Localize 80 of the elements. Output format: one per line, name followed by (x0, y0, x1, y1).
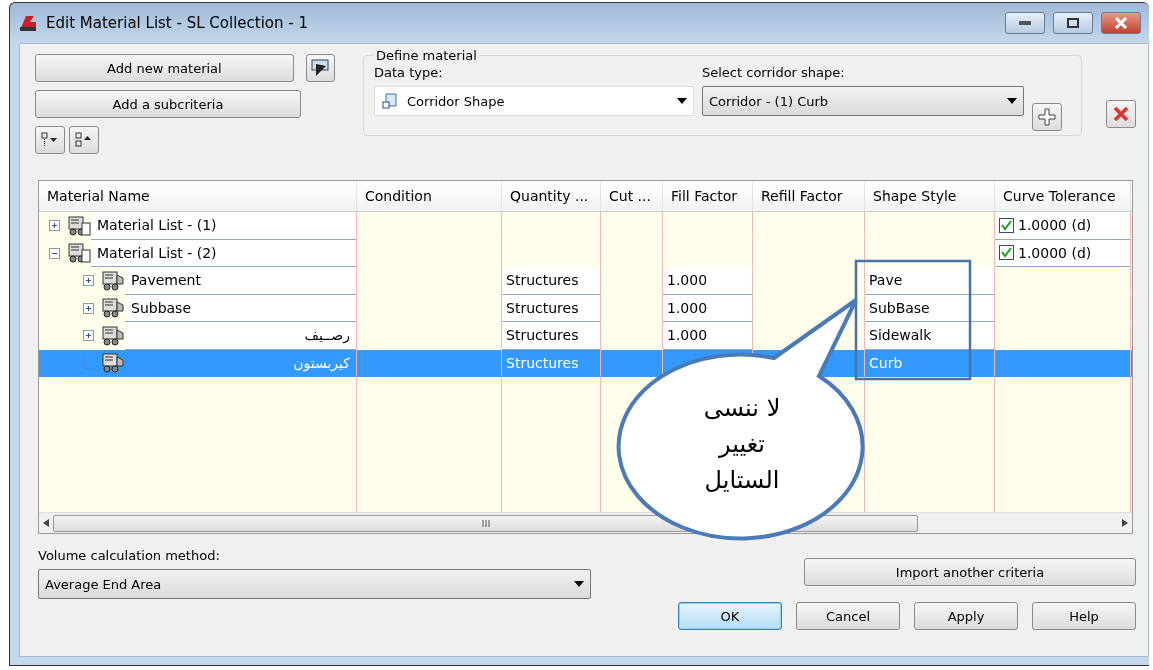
delete-button[interactable] (1106, 100, 1136, 128)
expand-all-button[interactable] (35, 126, 65, 154)
material-name: Material List - (1) (91, 212, 356, 240)
column-header[interactable]: Quantity ... (502, 181, 601, 211)
minimize-button[interactable] (1005, 12, 1045, 34)
table-cell: 1.000 (663, 294, 753, 322)
plus-icon (1038, 108, 1056, 126)
callout-text: لا ننسى تغيير الستايل (702, 393, 782, 496)
truck-icon (67, 242, 91, 265)
column-header[interactable]: Fill Factor (663, 181, 753, 211)
expand-icon[interactable] (83, 275, 94, 287)
close-icon (1114, 17, 1128, 29)
truck-icon (101, 352, 125, 375)
table-cell: 1.0000 (d) (1018, 217, 1092, 234)
dialog-button[interactable]: Help (1032, 602, 1136, 630)
column-header[interactable]: Shape Style (865, 181, 995, 211)
dialog-button[interactable]: Cancel (796, 602, 900, 630)
group-title: Define material (375, 48, 478, 63)
volume-method-dropdown[interactable]: Average End Area (38, 569, 591, 599)
field-label: Data type: (374, 65, 444, 80)
table-cell: Pave (865, 267, 995, 295)
tree-expand-icon (41, 132, 59, 148)
field-label: Select corridor shape: (702, 65, 846, 80)
material-name: رصــيف (125, 322, 356, 350)
dialog-button[interactable]: OK (678, 602, 782, 630)
collapse-all-button[interactable] (69, 126, 99, 154)
pick-button[interactable] (305, 54, 335, 82)
truck-icon (101, 297, 125, 320)
table-cell: 1.000 (663, 322, 753, 350)
table-cell: 1.000 (663, 267, 753, 295)
truck-icon (101, 269, 125, 292)
material-name: Material List - (2) (91, 239, 356, 267)
corridor-shape-dropdown[interactable]: Corridor - (1) Curb (702, 86, 1024, 116)
add-button[interactable]: Add new material (35, 54, 294, 82)
add-button[interactable] (1032, 103, 1062, 131)
table-row[interactable]: Pavement Structures 1.000 Pave (39, 267, 1132, 295)
table-cell: SubBase (865, 294, 995, 322)
expand-icon[interactable] (83, 302, 94, 314)
expand-icon[interactable] (49, 220, 60, 232)
close-button[interactable] (1101, 12, 1141, 34)
table-row[interactable]: Material List - (1) 1.0000 (d) (39, 212, 1132, 240)
pick-from-drawing-icon (310, 58, 331, 78)
import-button[interactable]: Import another criteria (804, 558, 1136, 586)
table-cell: Structures (502, 294, 601, 322)
maximize-button[interactable] (1053, 12, 1093, 34)
tree-line-icon (83, 356, 97, 371)
app-logo-icon (18, 14, 38, 32)
add-button[interactable]: Add a subcriteria (35, 90, 301, 118)
scroll-left-icon[interactable] (43, 519, 49, 527)
column-header[interactable]: Curve Tolerance (995, 181, 1131, 211)
scroll-right-icon[interactable] (1122, 519, 1128, 527)
expand-icon[interactable] (83, 330, 94, 342)
material-name: Subbase (125, 294, 356, 322)
checkbox[interactable] (999, 245, 1014, 261)
truck-icon (67, 214, 91, 237)
minimize-icon (1019, 21, 1031, 25)
field-label: Volume calculation method: (38, 548, 221, 563)
maximize-icon (1067, 18, 1079, 28)
checkbox[interactable] (999, 217, 1014, 233)
caret-icon (574, 581, 584, 587)
data-type-dropdown[interactable]: Corridor Shape (374, 86, 694, 116)
column-header[interactable]: Material Name (39, 181, 357, 211)
truck-icon (101, 324, 125, 347)
caret-icon (677, 98, 687, 104)
tree-collapse-icon (75, 132, 93, 148)
table-cell: 1.0000 (d) (1018, 244, 1092, 261)
window-title: Edit Material List - SL Collection - 1 (46, 14, 310, 32)
material-name: Pavement (125, 267, 356, 295)
table-cell: Sidewalk (865, 322, 995, 350)
column-header[interactable]: Condition (357, 181, 502, 211)
table-row[interactable]: Subbase Structures 1.000 SubBase (39, 294, 1132, 322)
table-row[interactable]: Material List - (2) 1.0000 (d) (39, 239, 1132, 267)
collapse-icon[interactable] (49, 247, 60, 259)
caret-icon (1007, 98, 1017, 104)
table-cell: Structures (502, 322, 601, 350)
column-header[interactable]: Refill Factor (753, 181, 865, 211)
dialog-button[interactable]: Apply (914, 602, 1018, 630)
table-cell: Structures (502, 267, 601, 295)
column-header[interactable]: Cut ... (601, 181, 663, 211)
close-icon (1113, 106, 1129, 122)
